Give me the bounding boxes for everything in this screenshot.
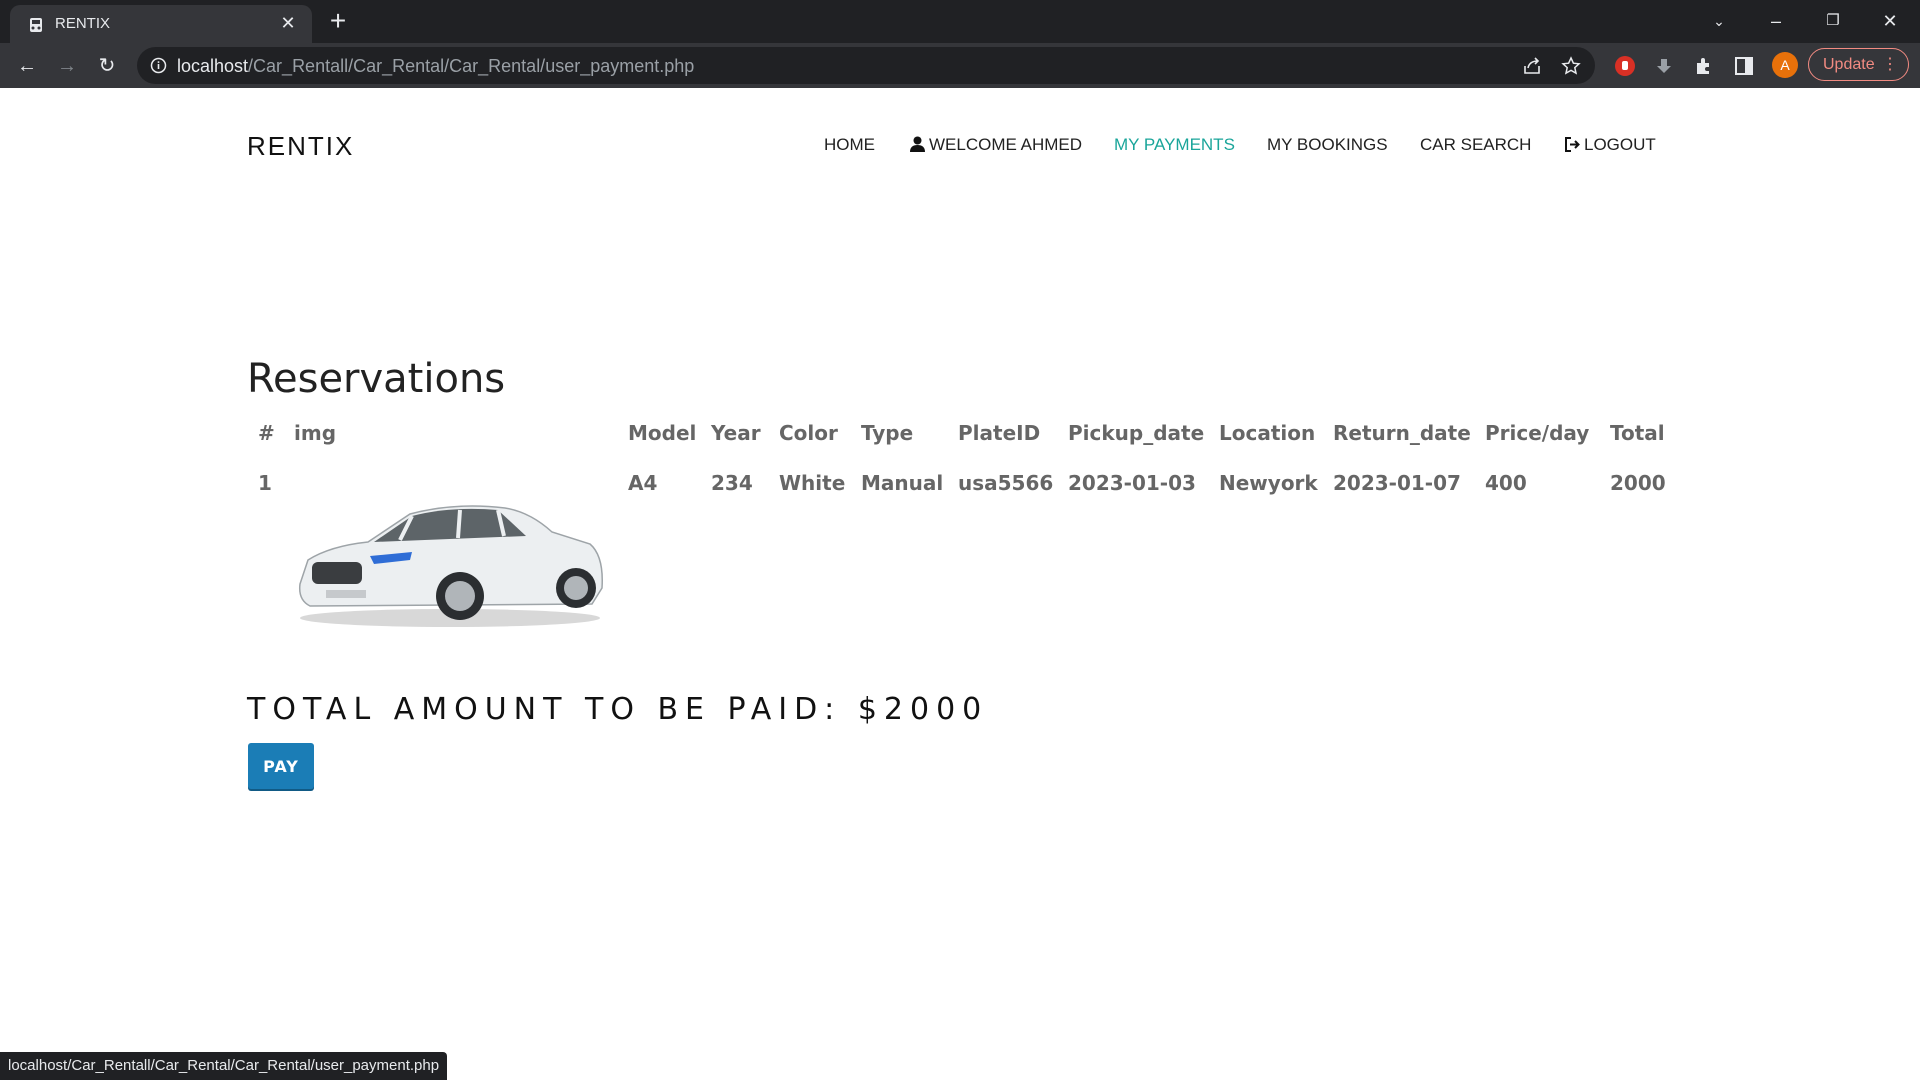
cell-pickup-date: 2023-01-03 — [1068, 471, 1196, 495]
new-tab-icon[interactable]: + — [324, 7, 352, 36]
car-image — [298, 505, 603, 627]
url-path: /Car_Rentall/Car_Rental/Car_Rental/user_… — [248, 56, 695, 76]
extensions-puzzle-icon[interactable] — [1693, 55, 1715, 77]
status-bar-url: localhost/Car_Rentall/Car_Rental/Car_Ren… — [0, 1052, 448, 1080]
browser-toolbar: ← → ↻ localhost/Car_Rentall/Car_Rental/C… — [0, 43, 1920, 88]
nav-my-payments[interactable]: MY PAYMENTS — [1114, 135, 1235, 155]
user-icon — [910, 136, 925, 152]
cell-return-date: 2023-01-07 — [1333, 471, 1461, 495]
nav-logout-label: LOGOUT — [1584, 135, 1656, 154]
nav-welcome[interactable]: WELCOME AHMED — [910, 135, 1082, 155]
nav-logout[interactable]: LOGOUT — [1564, 135, 1656, 155]
col-header-num: # — [258, 421, 275, 445]
bookmark-star-icon[interactable] — [1561, 56, 1581, 76]
profile-avatar[interactable]: A — [1772, 52, 1798, 78]
total-amount-text: TOTAL AMOUNT TO BE PAID: $2000 — [247, 692, 989, 727]
cell-num: 1 — [258, 471, 272, 495]
url-host: localhost — [177, 56, 249, 76]
tab-close-icon[interactable]: ✕ — [278, 13, 298, 33]
cell-type: Manual — [861, 471, 944, 495]
more-menu-icon[interactable]: ⋮ — [1882, 49, 1898, 80]
col-header-pickup: Pickup_date — [1068, 421, 1205, 445]
forward-icon[interactable]: → — [52, 51, 82, 81]
cell-price-per-day: 400 — [1485, 471, 1527, 495]
cell-total: 2000 — [1610, 471, 1666, 495]
window-close-icon[interactable]: ✕ — [1870, 6, 1910, 36]
cell-year: 234 — [711, 471, 753, 495]
adblock-extension-icon[interactable] — [1614, 55, 1636, 77]
side-panel-icon[interactable] — [1733, 55, 1755, 77]
site-logo[interactable]: RENTIX — [247, 131, 354, 162]
col-header-return: Return_date — [1333, 421, 1471, 445]
nav-my-bookings[interactable]: MY BOOKINGS — [1267, 135, 1388, 155]
logout-icon — [1565, 137, 1580, 152]
cell-location: Newyork — [1219, 471, 1318, 495]
reservations-title: Reservations — [247, 356, 506, 402]
nav-welcome-label: WELCOME AHMED — [929, 135, 1083, 154]
col-header-price: Price/day — [1485, 421, 1590, 445]
col-header-year: Year — [711, 421, 761, 445]
cell-color: White — [779, 471, 846, 495]
update-label: Update — [1823, 56, 1875, 73]
page-content: RENTIX HOME WELCOME AHMED MY PAYMENTS MY… — [0, 88, 1920, 1080]
tab-search-icon[interactable]: ⌄ — [1699, 6, 1739, 36]
update-button[interactable]: Update ⋮ — [1808, 48, 1909, 81]
nav-car-search[interactable]: CAR SEARCH — [1420, 135, 1531, 155]
col-header-model: Model — [628, 421, 697, 445]
minimize-icon[interactable]: – — [1756, 6, 1796, 36]
pay-button[interactable]: PAY — [248, 743, 314, 789]
nav-home[interactable]: HOME — [824, 135, 875, 155]
info-icon[interactable] — [150, 57, 167, 74]
back-icon[interactable]: ← — [12, 51, 42, 81]
col-header-img: img — [294, 421, 337, 445]
tab-title: RENTIX — [55, 15, 111, 32]
restore-icon[interactable]: ❐ — [1813, 6, 1853, 36]
col-header-type: Type — [861, 421, 914, 445]
share-icon[interactable] — [1522, 56, 1542, 76]
car-favicon-icon — [30, 18, 42, 32]
col-header-color: Color — [779, 421, 838, 445]
cell-model: A4 — [628, 471, 658, 495]
address-bar[interactable]: localhost/Car_Rentall/Car_Rental/Car_Ren… — [137, 47, 1595, 84]
browser-tab[interactable]: RENTIX ✕ — [10, 5, 312, 43]
reload-icon[interactable]: ↻ — [92, 51, 122, 81]
cell-plateid: usa5566 — [958, 471, 1054, 495]
browser-tab-strip: RENTIX ✕ + ⌄ – ❐ ✕ — [0, 0, 1920, 43]
col-header-plateid: PlateID — [958, 421, 1041, 445]
download-extension-icon[interactable] — [1653, 55, 1675, 77]
url-text: localhost/Car_Rentall/Car_Rental/Car_Ren… — [177, 56, 694, 77]
col-header-location: Location — [1219, 421, 1316, 445]
col-header-total: Total — [1610, 421, 1665, 445]
